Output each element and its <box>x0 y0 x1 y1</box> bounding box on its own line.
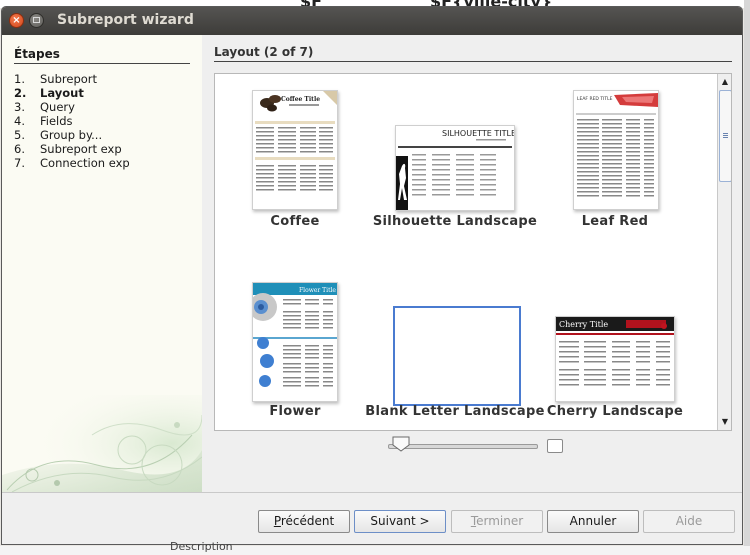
layout-thumbnail: LEAF RED TITLE <box>573 90 659 210</box>
background-description-text: Description <box>170 540 233 553</box>
layout-gallery[interactable]: Coffee Title Coffee SILHOUETTE TITLE Sil… <box>214 73 732 431</box>
scroll-up-icon[interactable]: ▲ <box>719 75 731 88</box>
layout-tile-leaf-red[interactable]: LEAF RED TITLE Leaf Red <box>535 74 695 244</box>
restore-icon[interactable] <box>29 13 44 28</box>
layout-tile-flower[interactable]: Flower Title Flower <box>215 266 375 430</box>
step-item-group-by: 5. Group by... <box>14 128 130 142</box>
steps-panel: Étapes 1. Subreport 2. Layout 3. Query 4. Field… <box>2 35 202 492</box>
step-number: 4. <box>14 114 25 128</box>
steps-list: 1. Subreport 2. Layout 3. Query 4. Fields 5. Grou… <box>14 72 130 170</box>
step-item-subreport-exp: 6. Subreport exp <box>14 142 130 156</box>
background-app-edge <box>744 0 750 555</box>
thumb-title: LEAF RED TITLE <box>577 96 613 102</box>
scroll-down-icon[interactable]: ▼ <box>719 415 731 428</box>
step-label: Connection exp <box>40 156 130 170</box>
zoom-slider-track[interactable] <box>388 444 538 449</box>
step-number: 7. <box>14 156 25 170</box>
step-item-query: 3. Query <box>14 100 130 114</box>
step-label: Subreport exp <box>40 142 122 156</box>
thumb-title: Flower Title <box>299 287 336 294</box>
background-app-strip-bottom <box>0 546 750 555</box>
zoom-slider-handle[interactable] <box>392 436 410 452</box>
coffee-preview-image: Coffee Title <box>253 91 337 209</box>
layout-label: Leaf Red <box>581 214 649 229</box>
cherry-preview-image: Cherry Title <box>556 317 674 401</box>
layout-thumbnail: Coffee Title <box>252 90 338 210</box>
previous-button[interactable]: Précédent <box>258 510 350 533</box>
layout-thumbnail: Flower Title <box>252 282 338 402</box>
title-bar[interactable]: × Subreport wizard <box>2 7 742 35</box>
layout-label: Cherry Landscape <box>546 404 684 419</box>
layout-section-title: Layout (2 of 7) <box>214 45 732 62</box>
help-button[interactable]: Aide <box>643 510 735 533</box>
step-label: Fields <box>40 114 73 128</box>
step-label: Subreport <box>40 72 98 86</box>
step-item-subreport: 1. Subreport <box>14 72 130 86</box>
layout-tile-blank-letter-landscape[interactable]: Blank Letter Landscape <box>365 266 544 430</box>
layout-tile-coffee[interactable]: Coffee Title Coffee <box>215 74 375 244</box>
thumb-title: Cherry Title <box>559 320 608 329</box>
thumb-title: Coffee Title <box>281 96 320 103</box>
step-number: 2. <box>14 86 27 100</box>
step-label: Query <box>40 100 75 114</box>
scrollbar-thumb[interactable] <box>719 90 731 182</box>
step-number: 1. <box>14 72 25 86</box>
layout-tile-silhouette-landscape[interactable]: SILHOUETTE TITLE Silhouette Landscape <box>373 74 537 244</box>
layout-thumbnail-selected <box>393 306 521 406</box>
layout-tile-cherry-landscape[interactable]: Cherry Title Cherry Landscape <box>535 266 695 430</box>
thumb-title: SILHOUETTE TITLE <box>442 129 514 138</box>
leaf-red-preview-image: LEAF RED TITLE <box>574 91 658 209</box>
close-icon[interactable]: × <box>9 13 24 28</box>
finish-button[interactable]: Terminer <box>451 510 543 533</box>
subreport-wizard-dialog: × Subreport wizard Étapes 1. Subreport 2. L… <box>1 6 743 545</box>
step-number: 6. <box>14 142 25 156</box>
layout-thumbnail: SILHOUETTE TITLE <box>395 125 515 211</box>
step-number: 3. <box>14 100 25 114</box>
step-item-fields: 4. Fields <box>14 114 130 128</box>
flower-preview-image: Flower Title <box>253 283 337 401</box>
step-item-layout: 2. Layout <box>14 86 130 100</box>
layout-thumbnail: Cherry Title <box>555 316 675 402</box>
window-title: Subreport wizard <box>57 12 194 28</box>
step-item-connection-exp: 7. Connection exp <box>14 156 130 170</box>
cancel-button[interactable]: Annuler <box>547 510 639 533</box>
decorative-swirl-image <box>2 395 202 492</box>
silhouette-preview-image: SILHOUETTE TITLE <box>396 126 514 210</box>
button-bar-separator <box>2 492 742 493</box>
zoom-max-icon[interactable] <box>547 439 563 453</box>
next-button[interactable]: Suivant > <box>354 510 446 533</box>
step-number: 5. <box>14 128 25 142</box>
steps-heading: Étapes <box>14 47 190 64</box>
gallery-scrollbar[interactable]: ▲ ▼ <box>717 74 731 430</box>
step-label: Layout <box>40 86 84 100</box>
step-label: Group by... <box>40 128 103 142</box>
